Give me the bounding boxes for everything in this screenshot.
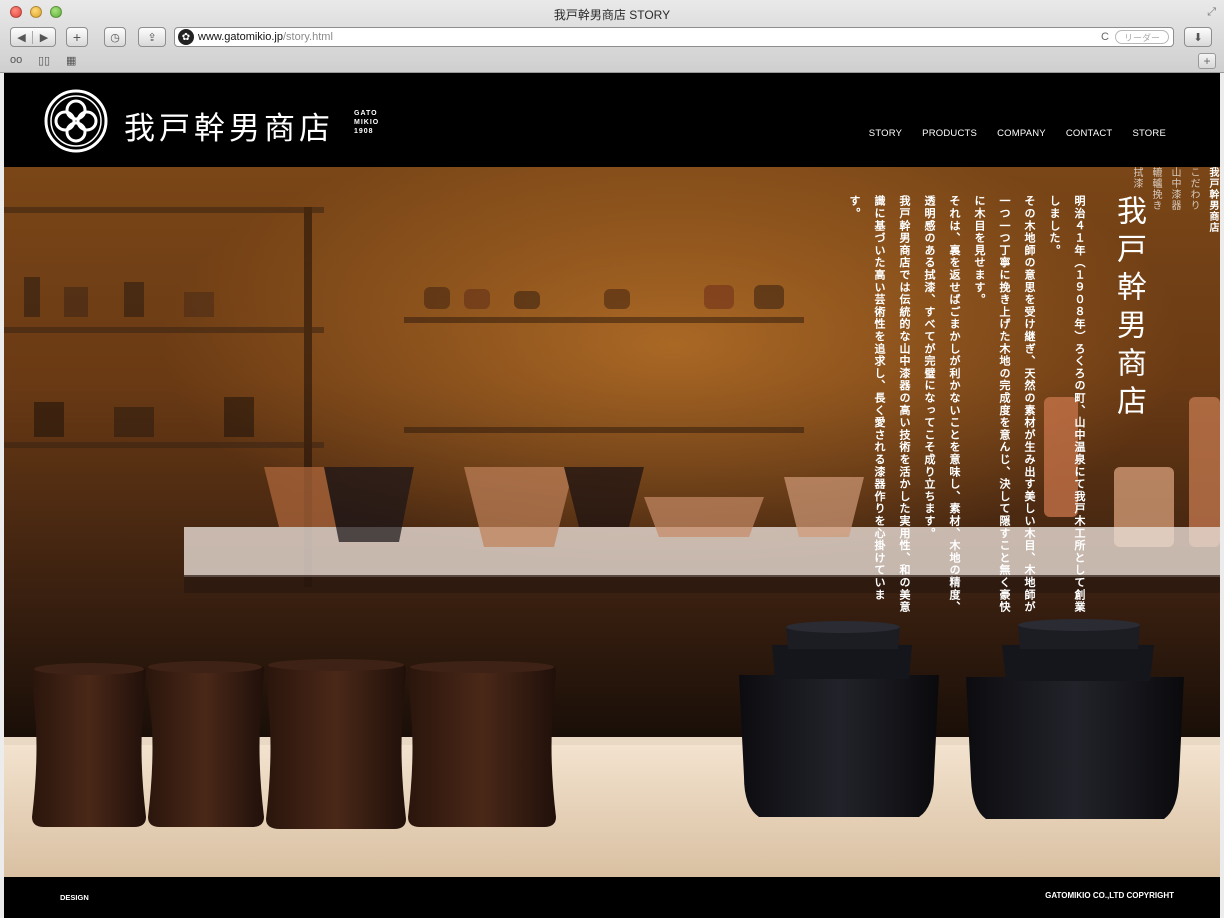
share-button[interactable]: ⇪ <box>138 27 166 47</box>
url-domain: www.gatomikio.jp <box>198 31 283 43</box>
footer-design-link[interactable]: DESIGN <box>60 893 89 902</box>
top-sites-icon[interactable]: ▦ <box>66 54 76 67</box>
nav-company[interactable]: COMPANY <box>997 128 1046 139</box>
story-paragraph: それは、裏を返せばごまかしが利かないことを意味し、素材、木地の精度、透明感のある… <box>923 195 961 614</box>
download-icon: ⬇ <box>1193 31 1203 44</box>
logo-emblem-icon[interactable] <box>44 89 108 153</box>
story-paragraph: 明治４１年（１９０８年）ろくろの町、山中温泉にて我戸木工所として創業しました。 <box>1048 195 1086 614</box>
add-bookmark-button[interactable]: + <box>66 27 88 47</box>
story-paragraph: 我戸幹男商店では伝統的な山中漆器の高い技術を活かした実用性、和の美意識に基づいた… <box>848 195 911 614</box>
story-body: 明治４１年（１９０８年）ろくろの町、山中温泉にて我戸木工所として創業しました。 … <box>842 195 1092 625</box>
logo-sub-line: MIKIO <box>354 119 380 126</box>
story-paragraph: その木地師の意思を受け継ぎ、天然の素材が生み出す美しい木目、木地師が一つ一つ丁寧… <box>973 195 1036 614</box>
nav-contact[interactable]: CONTACT <box>1066 128 1113 139</box>
back-icon[interactable]: ◀ <box>11 30 33 44</box>
nav-store[interactable]: STORE <box>1132 128 1166 139</box>
nav-products[interactable]: PRODUCTS <box>922 128 977 139</box>
window-title: 我戸幹男商店 STORY <box>553 8 671 22</box>
logo-sub-line: GATO <box>354 110 378 117</box>
logo-sub-line: 1908 <box>354 128 374 135</box>
reader-button[interactable]: リーダー <box>1115 30 1169 44</box>
browser-chrome: 我戸幹男商店 STORY ⤢ ◀ ▶ + ◷ ⇪ ✿ www.gatomikio… <box>0 0 1224 73</box>
nav-story[interactable]: STORY <box>869 128 902 139</box>
reading-list-icon[interactable]: oo <box>10 54 22 66</box>
plus-icon: + <box>72 29 82 45</box>
share-icon: ⇪ <box>147 31 157 44</box>
history-button[interactable]: ◷ <box>104 27 126 47</box>
main-nav: STORY PRODUCTS COMPANY CONTACT STORE <box>869 128 1166 139</box>
site-footer: DESIGN GATOMIKIO CO.,LTD COPYRIGHT <box>4 877 1220 918</box>
address-bar[interactable]: ✿ www.gatomikio.jp/story.html C リーダー <box>174 27 1174 47</box>
toolbar: ◀ ▶ + ◷ ⇪ ✿ www.gatomikio.jp/story.html … <box>0 27 1224 49</box>
downloads-button[interactable]: ⬇ <box>1184 27 1212 47</box>
reload-icon[interactable]: C <box>1101 31 1109 43</box>
hero-photo: 我戸幹男商店 明治４１年（１９０８年）ろくろの町、山中温泉にて我戸木工所として創… <box>4 167 1220 877</box>
url-path: /story.html <box>282 31 333 43</box>
new-tab-button[interactable]: + <box>1198 53 1216 69</box>
story-title: 我戸幹男商店 <box>1111 195 1146 423</box>
back-forward-buttons: ◀ ▶ <box>10 27 56 47</box>
clock-icon: ◷ <box>110 31 120 44</box>
site-favicon-icon: ✿ <box>178 29 194 45</box>
title-bar: 我戸幹男商店 STORY ⤢ <box>0 0 1224 26</box>
fullscreen-icon[interactable]: ⤢ <box>1207 6 1216 19</box>
site-logo-text[interactable]: 我戸幹男商店 <box>124 103 334 148</box>
web-page: 我戸幹男商店 GATO MIKIO 1908 STORY PRODUCTS CO… <box>4 73 1220 918</box>
site-header: 我戸幹男商店 GATO MIKIO 1908 STORY PRODUCTS CO… <box>4 73 1220 167</box>
logo-subtitle: GATO MIKIO 1908 <box>354 109 379 136</box>
bookmarks-icon[interactable]: ▯▯ <box>38 54 50 67</box>
bookmarks-bar: oo ▯▯ ▦ + <box>0 52 1224 72</box>
forward-icon[interactable]: ▶ <box>33 31 55 44</box>
footer-copyright: GATOMIKIO CO.,LTD COPYRIGHT <box>1045 891 1174 900</box>
